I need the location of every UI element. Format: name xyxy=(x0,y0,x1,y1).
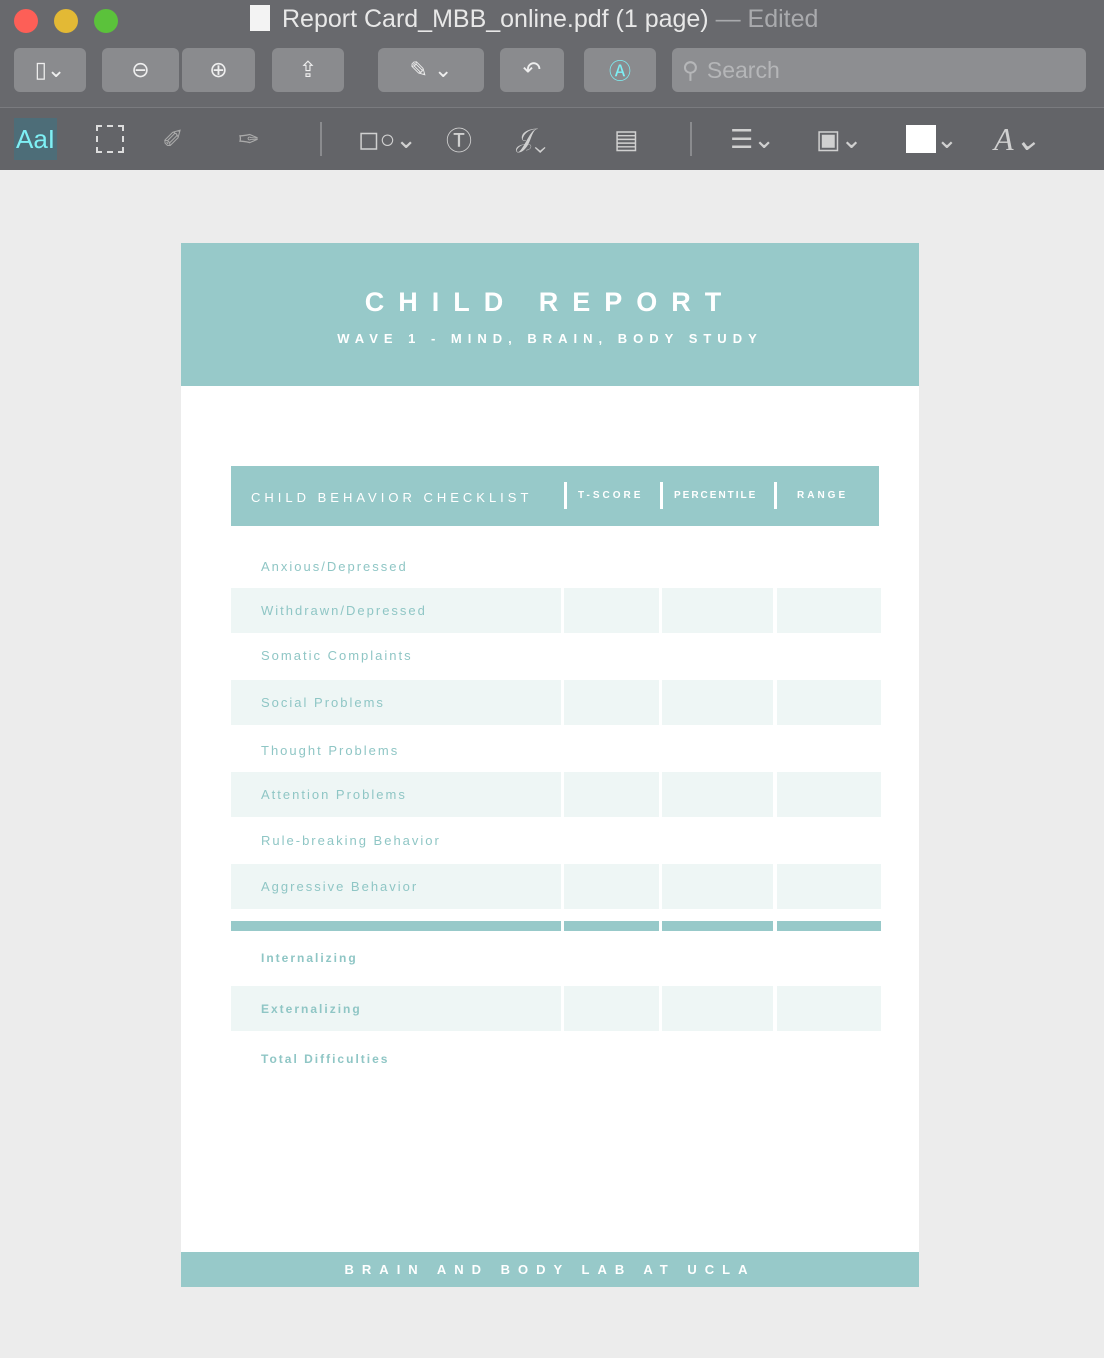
row-label: Withdrawn/Depressed xyxy=(261,603,427,618)
table-cell[interactable] xyxy=(777,864,881,909)
report-subtitle: WAVE 1 - MIND, BRAIN, BODY STUDY xyxy=(337,331,763,346)
divider xyxy=(564,482,567,509)
search-icon: ⚲ xyxy=(682,56,699,83)
report-header: CHILD REPORT WAVE 1 - MIND, BRAIN, BODY … xyxy=(181,243,919,386)
rotate-icon: ↶ xyxy=(522,57,542,82)
row-label: Anxious/Depressed xyxy=(261,559,408,574)
table-cell[interactable] xyxy=(777,588,881,633)
zoom-in-button[interactable]: ⊕ xyxy=(182,48,255,92)
header-tscore: T-SCORE xyxy=(578,490,644,501)
text-box-icon: Ⓣ xyxy=(446,125,473,156)
table-cell[interactable] xyxy=(777,986,881,1031)
text-box-tool[interactable]: Ⓣ xyxy=(446,118,472,160)
table-cell[interactable] xyxy=(662,864,773,909)
row-label: Rule-breaking Behavior xyxy=(261,833,441,848)
report-footer: BRAIN AND BODY LAB AT UCLA xyxy=(181,1252,919,1287)
zoom-out-button[interactable]: ⊖ xyxy=(102,48,179,92)
divider xyxy=(774,482,777,509)
divider xyxy=(690,122,692,156)
search-placeholder: Search xyxy=(706,56,780,83)
rect-selection-tool[interactable] xyxy=(96,118,124,160)
table-cell[interactable] xyxy=(662,772,773,817)
shapes-icon: ◻○⌄ xyxy=(358,123,418,154)
row-label: Attention Problems xyxy=(261,787,407,802)
font-icon: A⌄ xyxy=(994,121,1041,157)
minimize-window-button[interactable] xyxy=(54,9,78,33)
signature-tool[interactable]: 𝒥⌄ xyxy=(516,118,546,160)
share-icon: ⇪ xyxy=(298,57,318,82)
table-cell[interactable] xyxy=(564,680,659,725)
row-label: Somatic Complaints xyxy=(261,648,413,663)
divider xyxy=(660,482,663,509)
draw-icon: ✑ xyxy=(238,123,260,154)
text-selection-label: AaI xyxy=(16,123,56,154)
table-cell[interactable] xyxy=(564,588,659,633)
sketch-tool[interactable]: ✐ xyxy=(162,118,184,160)
row-label: Internalizing xyxy=(261,951,358,965)
table-cell[interactable] xyxy=(564,864,659,909)
header-percentile: PERCENTILE xyxy=(674,490,758,501)
note-tool[interactable]: ▤ xyxy=(614,118,639,160)
table-cell[interactable] xyxy=(777,772,881,817)
note-icon: ▤ xyxy=(614,123,639,154)
border-color-tool[interactable]: ▣⌄ xyxy=(816,118,862,160)
pdf-page: CHILD REPORT WAVE 1 - MIND, BRAIN, BODY … xyxy=(181,243,919,1287)
sidebar-icon: ▯⌄ xyxy=(34,57,66,82)
table-cell[interactable] xyxy=(564,772,659,817)
table-cell[interactable] xyxy=(777,680,881,725)
table-cell[interactable] xyxy=(662,986,773,1031)
fill-color-icon xyxy=(906,125,936,153)
sidebar-toggle-button[interactable]: ▯⌄ xyxy=(14,48,86,92)
window-toolbar: Report Card_MBB_online.pdf (1 page) — Ed… xyxy=(0,0,1104,170)
shapes-tool[interactable]: ◻○⌄ xyxy=(358,118,417,160)
edited-status: — Edited xyxy=(715,5,819,33)
search-field[interactable]: ⚲ Search xyxy=(672,48,1086,92)
row-label: Aggressive Behavior xyxy=(261,879,419,894)
filename: Report Card_MBB_online.pdf (1 page) xyxy=(282,5,709,33)
window-title: Report Card_MBB_online.pdf (1 page) — Ed… xyxy=(250,5,818,34)
zoom-in-icon: ⊕ xyxy=(209,57,228,82)
text-selection-tool[interactable]: AaI xyxy=(14,118,58,160)
draw-tool[interactable]: ✑ xyxy=(238,118,260,160)
divider xyxy=(320,122,322,156)
border-color-icon: ▣⌄ xyxy=(816,123,863,154)
table-cell[interactable] xyxy=(662,588,773,633)
row-label: Externalizing xyxy=(261,1002,362,1016)
markup-icon: Ⓐ xyxy=(608,59,631,84)
report-title: CHILD REPORT xyxy=(364,287,736,317)
zoom-window-button[interactable] xyxy=(94,9,118,33)
highlight-button[interactable]: ✎ ⌄ xyxy=(378,48,484,92)
line-style-icon: ☰⌄ xyxy=(730,123,776,154)
section-divider xyxy=(662,921,773,931)
row-label: Total Difficulties xyxy=(261,1052,390,1066)
row-label: Thought Problems xyxy=(261,743,400,758)
line-style-tool[interactable]: ☰⌄ xyxy=(730,118,775,160)
markup-button[interactable]: Ⓐ xyxy=(584,48,656,92)
header-range: RANGE xyxy=(797,490,849,501)
share-button[interactable]: ⇪ xyxy=(272,48,344,92)
table-cell[interactable] xyxy=(662,680,773,725)
sketch-icon: ✐ xyxy=(162,123,184,154)
rotate-button[interactable]: ↶ xyxy=(500,48,564,92)
table-cell[interactable] xyxy=(564,986,659,1031)
table-header: CHILD BEHAVIOR CHECKLIST T-SCORE PERCENT… xyxy=(231,466,879,526)
fill-color-tool[interactable]: ⌄ xyxy=(906,118,958,160)
dashed-rect-icon xyxy=(96,125,124,153)
text-style-tool[interactable]: A⌄ xyxy=(994,118,1040,160)
zoom-out-icon: ⊖ xyxy=(131,57,150,82)
section-divider xyxy=(777,921,881,931)
row-label: Social Problems xyxy=(261,695,385,710)
header-checklist: CHILD BEHAVIOR CHECKLIST xyxy=(251,490,533,505)
pdf-file-icon xyxy=(250,5,270,31)
section-divider xyxy=(231,921,561,931)
highlighter-icon: ✎ ⌄ xyxy=(409,57,453,82)
signature-icon: 𝒥⌄ xyxy=(516,123,547,153)
section-divider xyxy=(564,921,659,931)
close-window-button[interactable] xyxy=(14,9,38,33)
